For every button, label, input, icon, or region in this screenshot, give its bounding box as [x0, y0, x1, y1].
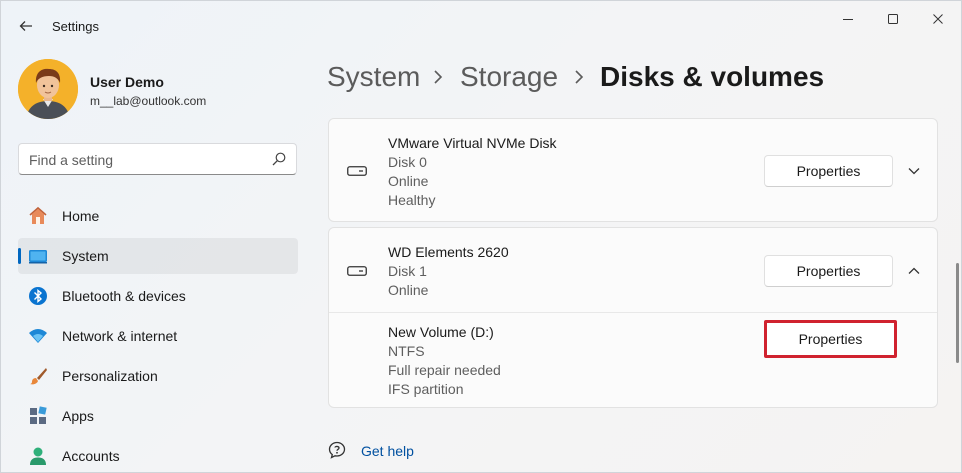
chevron-right-icon: [575, 70, 584, 84]
expand-button[interactable]: [904, 161, 924, 181]
sidebar-item-apps[interactable]: Apps: [18, 398, 298, 434]
chevron-down-icon: [908, 168, 920, 175]
sidebar-item-system[interactable]: System: [18, 238, 298, 274]
minimize-button[interactable]: [826, 7, 870, 31]
disk-card-1: WD Elements 2620 Disk 1 Online Propertie…: [328, 227, 938, 408]
disk-properties-button[interactable]: Properties: [764, 155, 893, 187]
disk-number: Disk 0: [388, 154, 427, 170]
sidebar-item-personalization[interactable]: Personalization: [18, 358, 298, 394]
get-help-link[interactable]: Get help: [361, 443, 414, 459]
sidebar-item-label: Accounts: [62, 448, 120, 464]
chevron-right-icon: [434, 70, 443, 84]
sidebar-item-label: Bluetooth & devices: [62, 288, 186, 304]
system-icon: [29, 250, 47, 264]
settings-window: Settings User Demo m__lab@outlook.com Fi…: [0, 0, 962, 473]
sidebar-item-label: Apps: [62, 408, 94, 424]
network-icon: [29, 329, 47, 343]
app-title: Settings: [52, 19, 99, 34]
back-button[interactable]: [13, 13, 39, 39]
volume-state: Full repair needed: [388, 362, 501, 378]
disk-status: Online: [388, 282, 429, 298]
disk-status: Online: [388, 173, 429, 189]
divider: [329, 312, 937, 313]
search-placeholder: Find a setting: [29, 152, 114, 168]
disk-drive-icon: [347, 166, 367, 176]
accounts-icon: [30, 447, 46, 465]
page-title: Disks & volumes: [600, 61, 825, 92]
collapse-button[interactable]: [904, 261, 924, 281]
volume-type: IFS partition: [388, 381, 464, 397]
sidebar-item-label: System: [62, 248, 109, 264]
maximize-button[interactable]: [871, 7, 915, 31]
sidebar-item-label: Personalization: [62, 368, 158, 384]
home-icon: [29, 206, 47, 224]
back-arrow-icon: [19, 21, 32, 31]
avatar[interactable]: [18, 59, 78, 119]
disk-name: VMware Virtual NVMe Disk: [388, 135, 557, 151]
sidebar-item-bluetooth[interactable]: Bluetooth & devices: [18, 278, 298, 314]
user-name: User Demo: [90, 74, 164, 90]
user-email: m__lab@outlook.com: [90, 94, 207, 108]
search-icon: [272, 152, 286, 166]
search-input[interactable]: Find a setting: [18, 143, 297, 175]
sidebar-item-home[interactable]: Home: [18, 198, 298, 234]
disk-drive-icon: [347, 266, 367, 276]
chevron-up-icon: [908, 267, 920, 274]
volume-filesystem: NTFS: [388, 343, 425, 359]
breadcrumb-system[interactable]: System: [327, 61, 420, 93]
disk-number: Disk 1: [388, 263, 427, 279]
disk-card-0: VMware Virtual NVMe Disk Disk 0 Online H…: [328, 118, 938, 222]
close-button[interactable]: [916, 7, 960, 31]
volume-name: New Volume (D:): [388, 324, 494, 340]
help-icon: [328, 441, 346, 459]
disk-health: Healthy: [388, 192, 436, 208]
selection-indicator: [18, 248, 21, 264]
scrollbar[interactable]: [956, 263, 959, 363]
title-bar: Settings: [1, 1, 961, 49]
sidebar-item-accounts[interactable]: Accounts: [18, 438, 298, 473]
breadcrumb-storage[interactable]: Storage: [460, 61, 558, 93]
sidebar-item-label: Network & internet: [62, 328, 178, 344]
disk-properties-button[interactable]: Properties: [764, 255, 893, 287]
maximize-icon: [888, 14, 898, 24]
sidebar-item-network[interactable]: Network & internet: [18, 318, 298, 354]
close-icon: [933, 14, 943, 24]
disk-name: WD Elements 2620: [388, 244, 509, 260]
bluetooth-icon: [29, 287, 47, 305]
volume-properties-button[interactable]: Properties: [764, 320, 897, 358]
minimize-icon: [843, 19, 853, 20]
sidebar-item-label: Home: [62, 208, 100, 224]
brush-icon: [30, 368, 47, 385]
user-avatar-icon: [18, 59, 78, 119]
apps-icon: [30, 406, 47, 424]
